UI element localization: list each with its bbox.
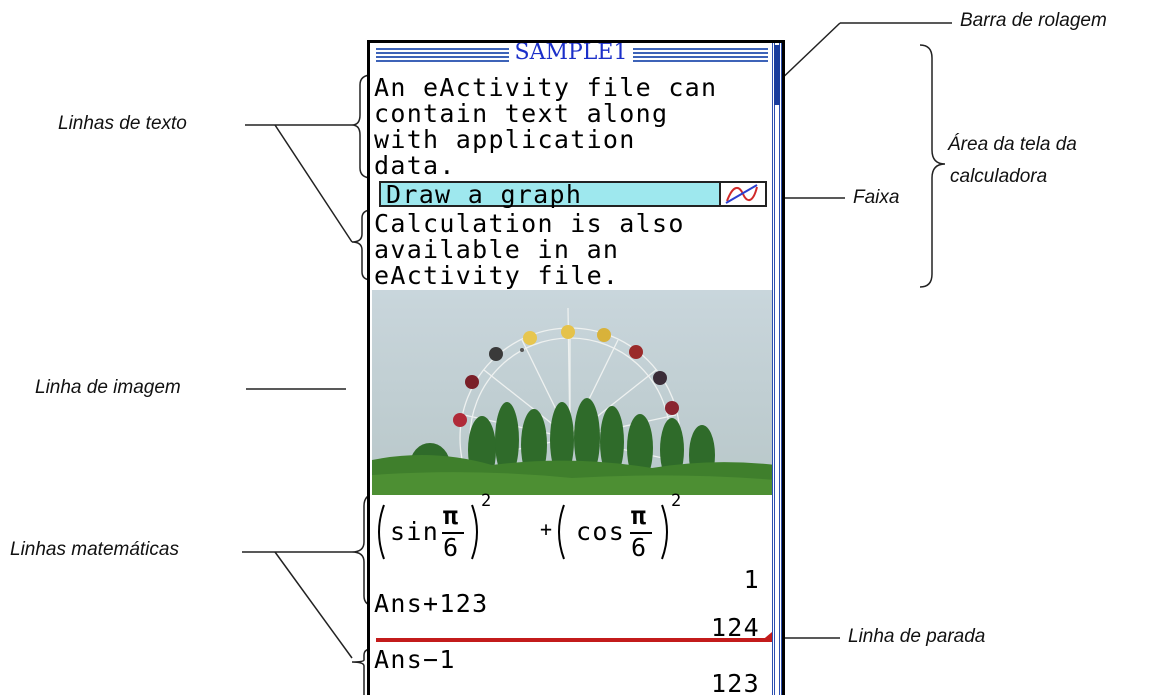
math-result-3: 123 xyxy=(710,669,760,695)
math-cos: cos xyxy=(576,517,626,546)
math-sin: sin xyxy=(390,517,440,546)
text-line-2[interactable]: contain text along xyxy=(374,101,668,126)
strip-label: Draw a graph xyxy=(386,180,583,209)
file-title: SAMPLE1 xyxy=(372,43,770,65)
math-result-1: 1 xyxy=(743,565,760,594)
leader-math-3 xyxy=(274,551,353,659)
brace-screen-area xyxy=(919,44,946,288)
text-line-7[interactable]: eActivity file. xyxy=(374,263,619,288)
stop-line-marker xyxy=(760,632,772,642)
strip-draw-graph[interactable]: Draw a graph xyxy=(379,180,767,209)
scrollbar[interactable] xyxy=(772,43,782,695)
scrollbar-thumb[interactable] xyxy=(774,45,780,105)
math-exp-2: 2 xyxy=(671,491,683,511)
text-line-5[interactable]: Calculation is also xyxy=(374,211,685,236)
math-six-2: 6 xyxy=(631,533,648,562)
text-line-1[interactable]: An eActivity file can xyxy=(374,75,717,100)
leader-text-lines-3 xyxy=(274,124,353,243)
ferris-wheel-image[interactable] xyxy=(372,290,776,495)
title-bar: SAMPLE1 xyxy=(372,43,770,68)
text-line-6[interactable]: available in an xyxy=(374,237,619,262)
text-line-3[interactable]: with application xyxy=(374,127,636,152)
math-expression-3[interactable]: Ans−1 xyxy=(374,645,456,674)
graph-icon xyxy=(719,183,765,205)
math-pi-2: π xyxy=(631,501,648,530)
calculator-screen: SAMPLE1 An eActivity file can contain te… xyxy=(367,40,785,695)
math-expression-2[interactable]: Ans+123 xyxy=(374,589,488,618)
math-six-1: 6 xyxy=(443,533,460,562)
math-pi-1: π xyxy=(443,501,460,530)
stop-line xyxy=(376,638,766,642)
math-exp-1: 2 xyxy=(481,491,493,511)
text-line-4[interactable]: data. xyxy=(374,153,456,178)
math-plus: + xyxy=(540,517,554,541)
